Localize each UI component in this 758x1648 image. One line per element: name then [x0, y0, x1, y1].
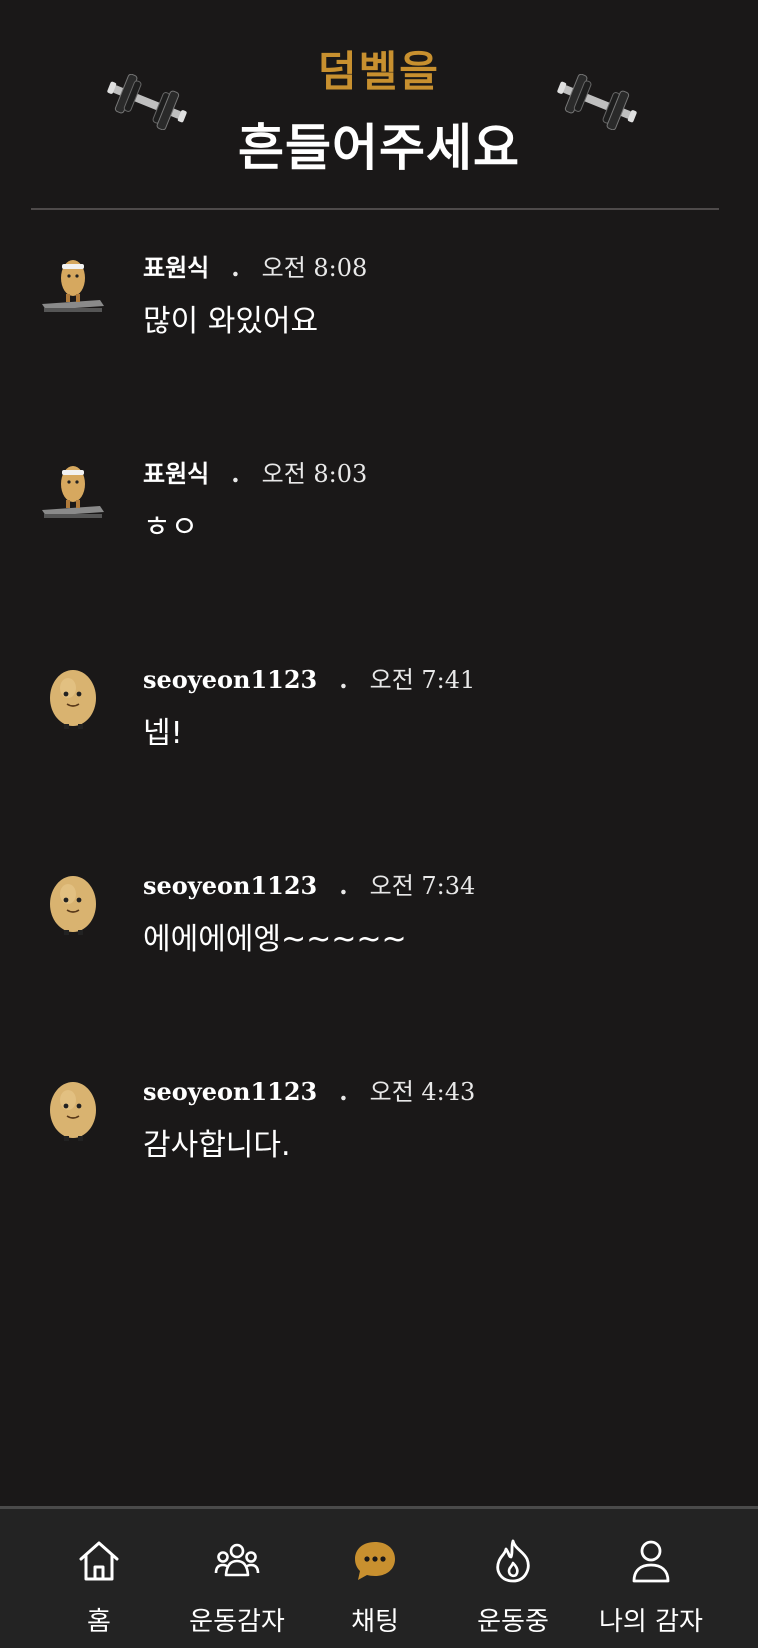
list-item[interactable]: 표원식. 오전 8:03 ㅎㅇ	[0, 436, 758, 556]
meta-separator: .	[339, 871, 348, 900]
message-meta: seoyeon1123. 오전 7:34	[143, 866, 475, 901]
header: 덤벨을 흔들어주세요	[0, 0, 758, 210]
message-author: seoyeon1123	[143, 665, 318, 694]
message-time: 오전 8:03	[261, 460, 368, 488]
nav-item-group[interactable]: 운동감자	[172, 1509, 302, 1648]
nav-item-profile[interactable]: 나의 감자	[586, 1509, 716, 1648]
page-title-accent: 덤벨을	[318, 47, 440, 96]
message-text: 감사합니다.	[143, 1128, 291, 1163]
message-meta: seoyeon1123. 오전 4:43	[143, 1072, 475, 1107]
nav-label: 운동중	[477, 1607, 549, 1637]
header-divider	[31, 208, 719, 210]
message-author: 표원식	[143, 459, 210, 488]
potato-avatar	[50, 1082, 96, 1141]
group-icon	[214, 1543, 260, 1577]
message-author: seoyeon1123	[143, 1077, 318, 1106]
message-text: 많이 와있어요	[143, 304, 319, 339]
list-item[interactable]: seoyeon1123. 오전 7:34 에에에에엥~~~~~	[0, 848, 758, 968]
flame-icon	[496, 1539, 530, 1583]
nav-label: 나의 감자	[599, 1607, 703, 1637]
message-time: 오전 8:08	[261, 254, 368, 282]
meta-separator: .	[339, 665, 348, 694]
message-meta: 표원식. 오전 8:03	[143, 454, 367, 489]
potato-treadmill-avatar	[42, 260, 104, 312]
nav-label: 홈	[87, 1607, 111, 1637]
message-author: seoyeon1123	[143, 871, 318, 900]
message-author: 표원식	[143, 253, 210, 282]
nav-label: 운동감자	[189, 1607, 285, 1637]
list-item[interactable]: seoyeon1123. 오전 4:43 감사합니다.	[0, 1054, 758, 1174]
message-text: ㅎㅇ	[143, 510, 199, 545]
dumbbell-icon	[557, 74, 637, 130]
nav-label: 채팅	[351, 1607, 399, 1637]
meta-separator: .	[339, 1077, 348, 1106]
user-icon	[632, 1540, 670, 1583]
potato-avatar	[50, 876, 96, 935]
meta-separator: .	[231, 253, 240, 282]
meta-separator: .	[231, 459, 240, 488]
nav-item-chat[interactable]: 채팅	[310, 1509, 440, 1648]
message-meta: seoyeon1123. 오전 7:41	[143, 660, 475, 695]
home-icon	[79, 1541, 119, 1581]
nav-item-workout[interactable]: 운동중	[448, 1509, 578, 1648]
list-item[interactable]: 표원식. 오전 8:08 많이 와있어요	[0, 230, 758, 350]
message-time: 오전 7:34	[369, 872, 476, 900]
potato-avatar	[50, 670, 96, 729]
chat-icon	[355, 1542, 395, 1580]
message-text: 넵!	[143, 716, 183, 751]
potato-treadmill-avatar	[42, 466, 104, 518]
message-time: 오전 7:41	[369, 666, 476, 694]
message-text: 에에에에엥~~~~~	[143, 922, 407, 957]
message-time: 오전 4:43	[369, 1078, 476, 1106]
nav-item-home[interactable]: 홈	[34, 1509, 164, 1648]
bottom-nav: 홈 운동감자 채팅 운동중 나의 감자	[0, 1506, 758, 1648]
message-meta: 표원식. 오전 8:08	[143, 248, 367, 283]
list-item[interactable]: seoyeon1123. 오전 7:41 넵!	[0, 642, 758, 762]
page-title: 흔들어주세요	[238, 119, 520, 177]
